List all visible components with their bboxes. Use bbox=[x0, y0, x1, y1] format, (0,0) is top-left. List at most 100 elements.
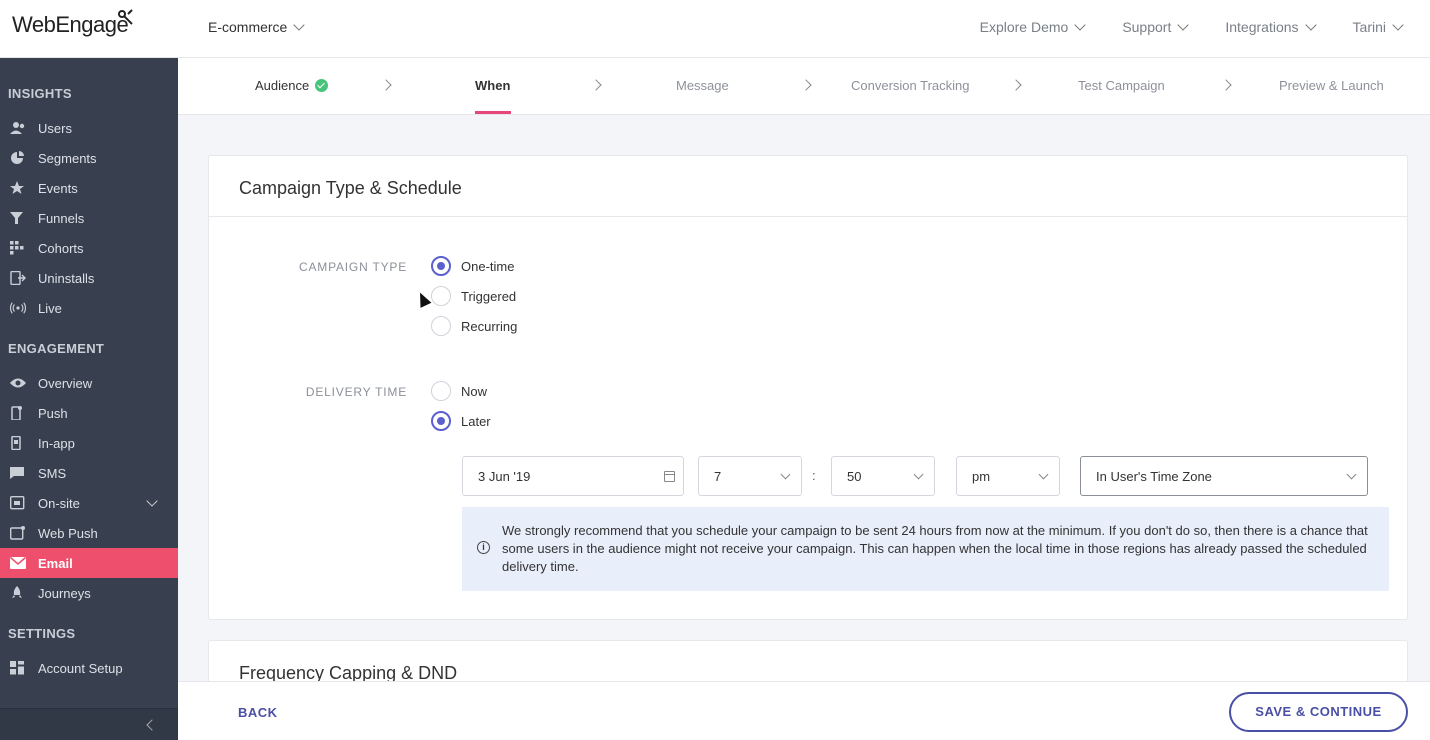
sidebar-item-label: Cohorts bbox=[38, 241, 84, 256]
radio-circle bbox=[431, 256, 451, 276]
chevron-down-icon bbox=[1074, 19, 1086, 31]
nav-integrations[interactable]: Integrations bbox=[1225, 19, 1317, 35]
chevron-down-icon bbox=[1038, 469, 1049, 480]
sidebar-item-in-app[interactable]: In-app bbox=[0, 428, 178, 458]
nav-user-menu[interactable]: Tarini bbox=[1353, 19, 1404, 35]
sidebar-item-label: Live bbox=[38, 301, 62, 316]
timezone-select[interactable]: In User's Time Zone bbox=[1080, 456, 1368, 496]
hour-select[interactable]: 7 bbox=[698, 456, 802, 496]
grid-dots-icon bbox=[10, 241, 24, 255]
radio-circle bbox=[431, 286, 451, 306]
section-engagement: ENGAGEMENT bbox=[8, 341, 105, 356]
notice-text: We strongly recommend that you schedule … bbox=[502, 523, 1368, 574]
radio-label: Later bbox=[461, 413, 491, 429]
nav-explore-demo[interactable]: Explore Demo bbox=[979, 19, 1086, 35]
nav-label: Explore Demo bbox=[979, 19, 1069, 35]
calendar-icon bbox=[664, 471, 675, 482]
webengage-logo[interactable]: WebEngage bbox=[12, 9, 133, 38]
radio-triggered[interactable]: Triggered bbox=[431, 286, 516, 306]
section-insights: INSIGHTS bbox=[8, 86, 72, 101]
back-button[interactable]: BACK bbox=[238, 705, 278, 720]
campaign-type-label: CAMPAIGN TYPE bbox=[299, 260, 407, 274]
sidebar-item-users[interactable]: Users bbox=[0, 113, 178, 143]
radio-later[interactable]: Later bbox=[431, 411, 491, 431]
radio-label: Triggered bbox=[461, 288, 517, 304]
section-settings: SETTINGS bbox=[8, 626, 76, 641]
radio-label: One-time bbox=[461, 258, 515, 274]
radio-now[interactable]: Now bbox=[431, 381, 487, 401]
card-title: Campaign Type & Schedule bbox=[209, 156, 1407, 217]
sidebar-collapse-button[interactable] bbox=[0, 708, 178, 740]
project-selector[interactable]: E-commerce bbox=[208, 19, 306, 35]
funnel-icon bbox=[10, 212, 23, 224]
schedule-notice: i We strongly recommend that you schedul… bbox=[462, 507, 1389, 591]
date-picker[interactable]: 3 Jun '19 bbox=[462, 456, 684, 496]
sidebar-item-label: Web Push bbox=[38, 526, 98, 541]
sidebar-item-web-push[interactable]: Web Push bbox=[0, 518, 178, 548]
sidebar-item-journeys[interactable]: Journeys bbox=[0, 578, 178, 608]
ampm-select[interactable]: pm bbox=[956, 456, 1060, 496]
nav-label: Integrations bbox=[1225, 19, 1299, 35]
top-nav: Explore Demo Support Integrations Tarini bbox=[979, 19, 1404, 35]
save-continue-button[interactable]: SAVE & CONTINUE bbox=[1229, 692, 1408, 732]
sms-icon bbox=[10, 467, 24, 479]
radio-circle bbox=[431, 381, 451, 401]
sidebar-item-push[interactable]: Push bbox=[0, 398, 178, 428]
sidebar-item-label: Segments bbox=[38, 151, 97, 166]
top-bar: WebEngage E-commerce Explore Demo Suppor… bbox=[0, 0, 1430, 58]
step-preview-launch[interactable]: Preview & Launch bbox=[1279, 78, 1384, 93]
step-when[interactable]: When bbox=[475, 78, 510, 93]
sidebar-item-on-site[interactable]: On-site bbox=[0, 488, 178, 518]
sidebar-item-cohorts[interactable]: Cohorts bbox=[0, 233, 178, 263]
timezone-value: In User's Time Zone bbox=[1096, 469, 1212, 484]
chevron-left-icon bbox=[146, 719, 158, 731]
sidebar-item-label: Journeys bbox=[38, 586, 91, 601]
sidebar-item-uninstalls[interactable]: Uninstalls bbox=[0, 263, 178, 293]
chevron-right-icon bbox=[1010, 79, 1022, 91]
sidebar-item-label: Funnels bbox=[38, 211, 85, 226]
chevron-down-icon[interactable] bbox=[146, 495, 158, 507]
radio-circle bbox=[431, 316, 451, 336]
sidebar-item-funnels[interactable]: Funnels bbox=[0, 203, 178, 233]
sidebar-item-events[interactable]: Events bbox=[0, 173, 178, 203]
step-test-campaign[interactable]: Test Campaign bbox=[1078, 78, 1165, 93]
sidebar-item-label: Overview bbox=[38, 376, 93, 391]
minute-select[interactable]: 50 bbox=[831, 456, 935, 496]
logo-mark-icon bbox=[118, 9, 133, 25]
radio-label: Now bbox=[461, 383, 488, 399]
radio-circle bbox=[431, 411, 451, 431]
dashboard-icon bbox=[10, 661, 24, 675]
chevron-right-icon bbox=[380, 79, 392, 91]
campaign-schedule-card: Campaign Type & Schedule CAMPAIGN TYPE O… bbox=[208, 155, 1408, 620]
radio-label: Recurring bbox=[461, 318, 518, 334]
logo-text: WebEngage bbox=[12, 12, 129, 37]
sidebar-item-account-setup[interactable]: Account Setup bbox=[0, 653, 178, 683]
sidebar: INSIGHTS Users Segments Events Funnels C… bbox=[0, 58, 178, 740]
sidebar-item-live[interactable]: Live bbox=[0, 293, 178, 323]
delivery-time-label: DELIVERY TIME bbox=[305, 385, 407, 399]
check-circle-icon bbox=[315, 79, 329, 92]
chevron-right-icon bbox=[590, 79, 602, 91]
step-label: Conversion Tracking bbox=[851, 78, 970, 93]
chevron-down-icon bbox=[1392, 19, 1404, 31]
date-value: 3 Jun '19 bbox=[478, 469, 531, 484]
sidebar-item-email[interactable]: Email bbox=[0, 548, 178, 578]
nav-support[interactable]: Support bbox=[1122, 19, 1190, 35]
step-conversion-tracking[interactable]: Conversion Tracking bbox=[851, 78, 970, 93]
broadcast-icon bbox=[10, 302, 26, 314]
sidebar-item-label: Users bbox=[38, 121, 72, 136]
step-audience[interactable]: Audience bbox=[255, 78, 329, 93]
sidebar-item-label: Uninstalls bbox=[38, 271, 95, 286]
info-icon: i bbox=[477, 541, 490, 554]
radio-one-time[interactable]: One-time bbox=[431, 256, 514, 276]
chevron-right-icon bbox=[1220, 79, 1232, 91]
sidebar-item-overview[interactable]: Overview bbox=[0, 368, 178, 398]
web-push-icon bbox=[10, 526, 25, 540]
sidebar-item-sms[interactable]: SMS bbox=[0, 458, 178, 488]
radio-recurring[interactable]: Recurring bbox=[431, 316, 517, 336]
chevron-down-icon bbox=[1346, 469, 1357, 480]
chevron-down-icon bbox=[293, 19, 306, 31]
step-message[interactable]: Message bbox=[676, 78, 729, 93]
sidebar-item-segments[interactable]: Segments bbox=[0, 143, 178, 173]
sidebar-item-label: Push bbox=[38, 406, 68, 421]
